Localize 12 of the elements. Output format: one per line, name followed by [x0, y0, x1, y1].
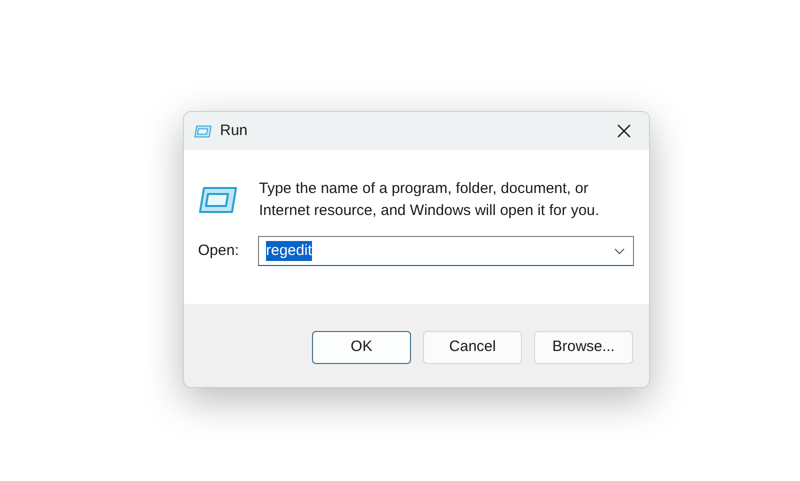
instruction-text: Type the name of a program, folder, document, or Internet resource, and Windows will open it for you. [259, 179, 600, 221]
run-icon [194, 124, 212, 138]
dialog-button[interactable]: OK [312, 331, 411, 364]
dialog-button[interactable]: Cancel [423, 331, 522, 364]
close-icon [617, 124, 631, 138]
dialog-button[interactable]: Browse... [534, 331, 633, 364]
window-title: Run [220, 120, 248, 141]
dropdown-chevron-icon[interactable] [614, 248, 625, 254]
run-icon [198, 186, 238, 214]
open-label: Open: [198, 240, 240, 261]
open-combo-box[interactable]: regedit [258, 236, 634, 266]
input-text: regedit [266, 241, 312, 261]
